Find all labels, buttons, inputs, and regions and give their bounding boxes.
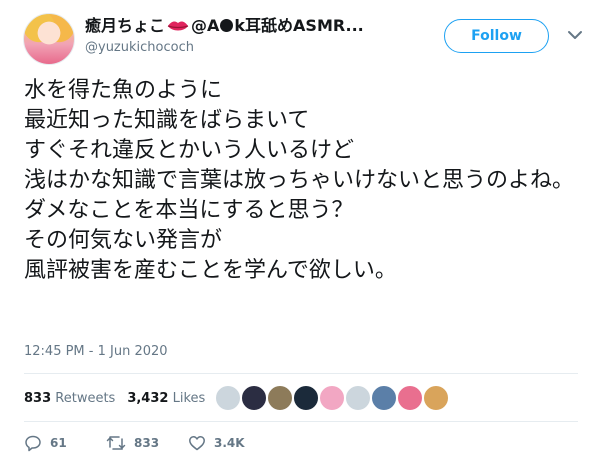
display-name-part1: 癒月ちょこ (85, 16, 166, 35)
reply-action[interactable]: 61 (24, 429, 67, 455)
liker-9-avatar[interactable] (423, 385, 449, 411)
liker-3-avatar[interactable] (267, 385, 293, 411)
chevron-down-icon[interactable] (566, 26, 584, 44)
tweet-header: 癒月ちょこ @A k耳舐めASMR... @yuzukichococh Follo… (0, 0, 602, 72)
tweet-timestamp[interactable]: 12:45 PM - 1 Jun 2020 (24, 343, 168, 361)
divider-bottom (24, 421, 578, 422)
likes-label: Likes (172, 391, 206, 406)
liker-7-avatar[interactable] (371, 385, 397, 411)
like-action[interactable]: 3.4K (188, 429, 245, 455)
reply-icon (25, 435, 41, 451)
retweets-stat[interactable]: 833 Retweets (24, 391, 115, 406)
engagement-stats: 833 Retweets 3,432 Likes (24, 385, 205, 413)
liker-8-avatar[interactable] (397, 385, 423, 411)
heart-icon (189, 435, 205, 450)
black-circle-emoji-icon (220, 18, 234, 32)
retweets-count: 833 (24, 391, 52, 406)
display-name-part3: k耳舐めASMR... (234, 16, 364, 35)
author-avatar[interactable] (23, 13, 75, 65)
liker-2-avatar[interactable] (241, 385, 267, 411)
author-handle[interactable]: @yuzukichococh (85, 39, 194, 57)
liker-5-avatar[interactable] (319, 385, 345, 411)
retweet-action[interactable]: 833 (106, 429, 159, 455)
reply-count: 61 (50, 435, 67, 450)
retweet-count: 833 (134, 435, 160, 450)
divider-top (24, 373, 578, 374)
liker-4-avatar[interactable] (293, 385, 319, 411)
lips-emoji-icon (167, 20, 189, 30)
likes-stat[interactable]: 3,432 Likes (127, 391, 205, 406)
liker-6-avatar[interactable] (345, 385, 371, 411)
display-name-part2: @A (191, 16, 220, 35)
follow-button[interactable]: Follow (444, 19, 549, 53)
retweet-icon (106, 435, 126, 450)
liker-1-avatar[interactable] (215, 385, 241, 411)
likes-count: 3,432 (127, 391, 169, 406)
author-display-name[interactable]: 癒月ちょこ @A k耳舐めASMR... (85, 15, 364, 37)
tweet-text: 水を得た魚のように 最近知った知識をばらまいて すぐそれ違反とかいう人いるけど … (24, 78, 575, 283)
retweets-label: Retweets (55, 391, 116, 406)
like-count: 3.4K (214, 435, 245, 450)
